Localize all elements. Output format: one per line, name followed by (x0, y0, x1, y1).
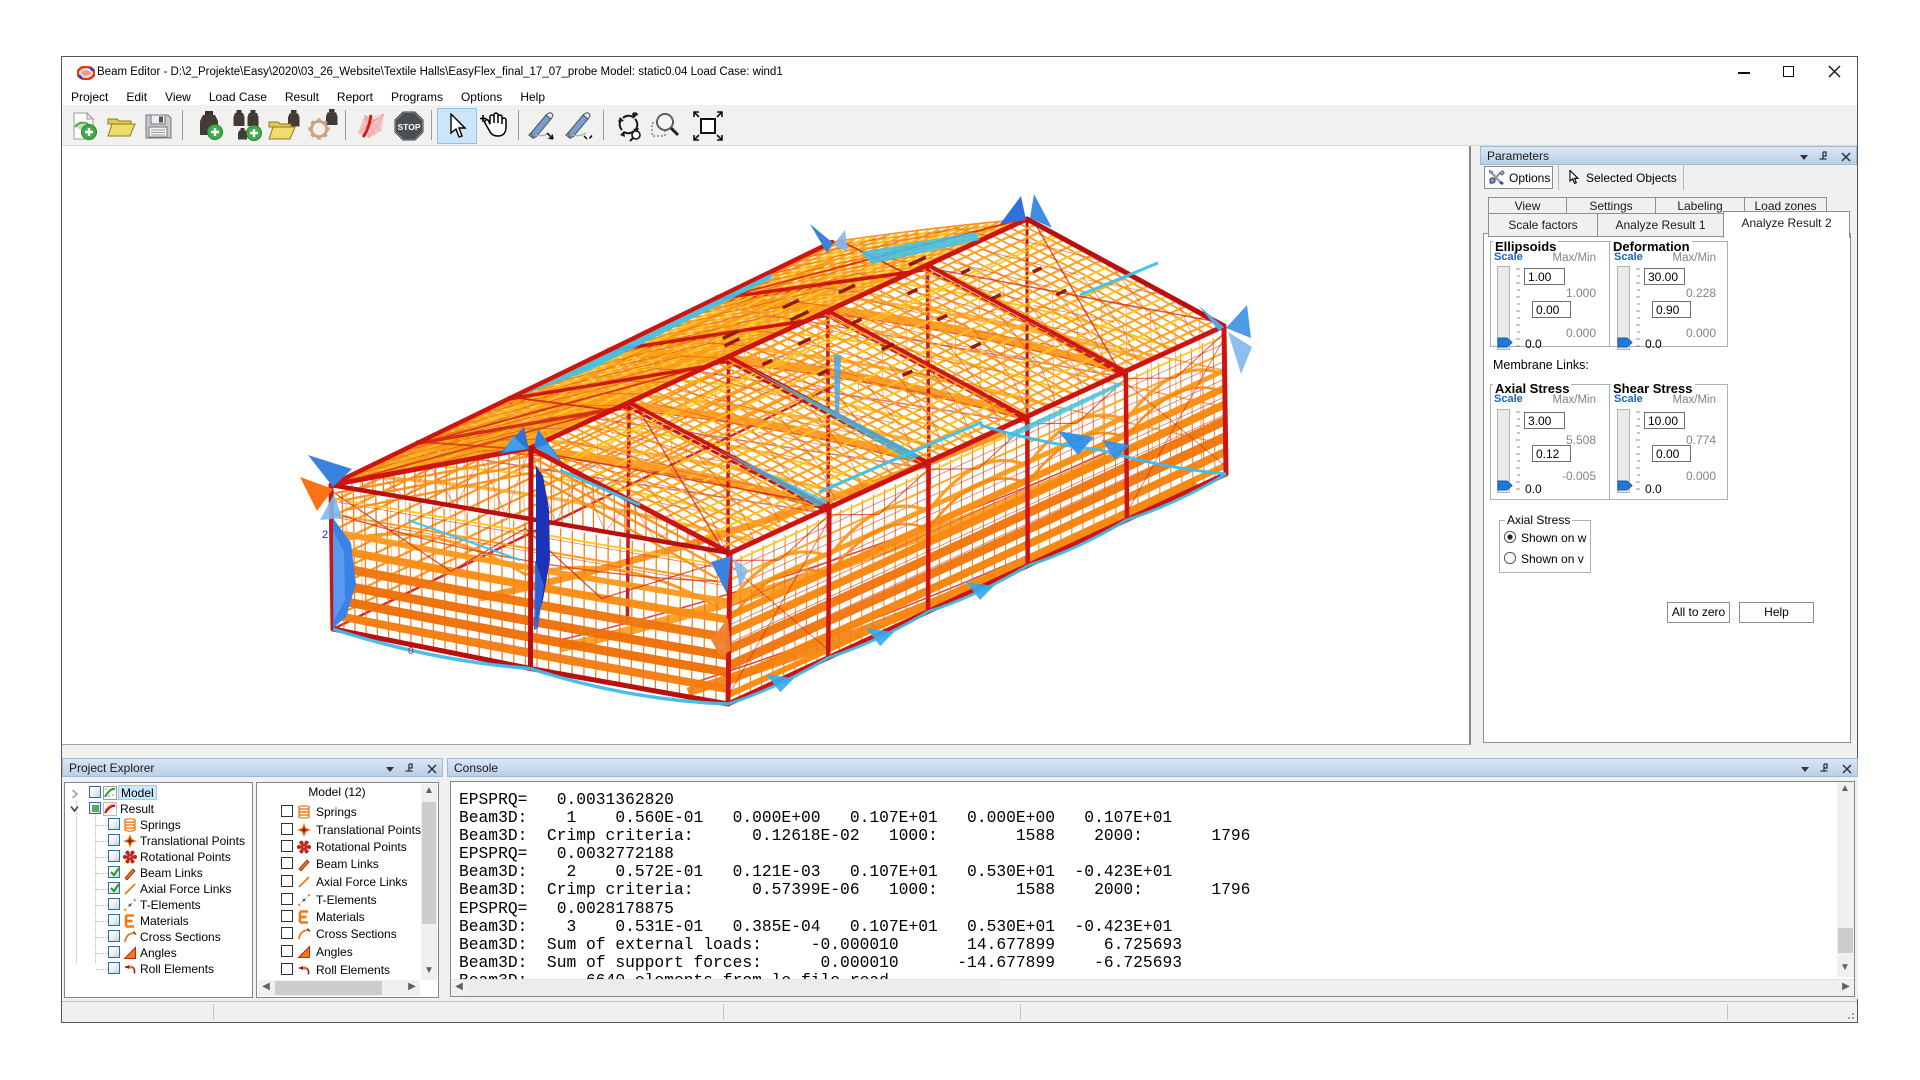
svg-text:0: 0 (408, 646, 414, 657)
svg-text:STOP: STOP (398, 122, 421, 132)
svg-text:2: 2 (322, 529, 328, 541)
